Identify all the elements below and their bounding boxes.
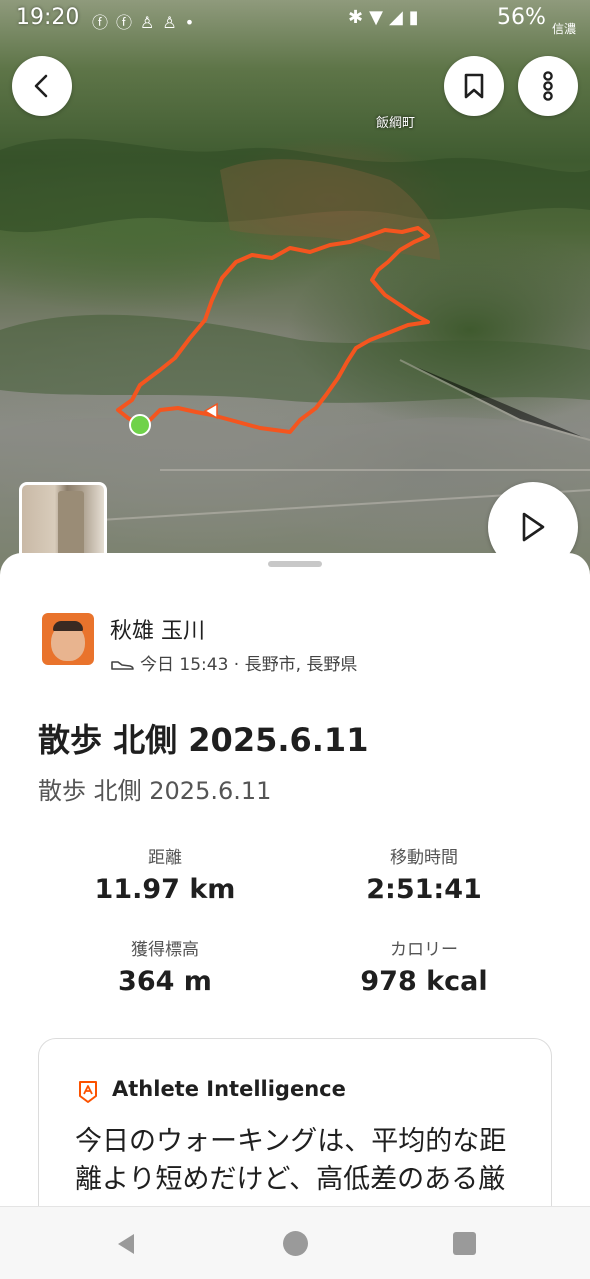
battery-icon: ▮ bbox=[408, 7, 425, 28]
battery-percent: 56% bbox=[497, 5, 546, 30]
bookmark-button[interactable] bbox=[444, 56, 504, 116]
recents-square-icon[interactable] bbox=[453, 1232, 476, 1255]
wifi-icon: ▼ bbox=[369, 7, 389, 28]
stat-moving-time: 移動時間 2:51:41 bbox=[304, 843, 544, 905]
stat-distance: 距離 11.97 km bbox=[45, 843, 285, 905]
stat-label: カロリー bbox=[390, 940, 458, 960]
athlete-name[interactable]: 秋雄 玉川 bbox=[110, 613, 205, 645]
home-circle-icon[interactable] bbox=[283, 1231, 308, 1256]
shoe-icon bbox=[111, 661, 134, 670]
chevron-left-icon bbox=[34, 74, 48, 98]
more-options-button[interactable] bbox=[518, 56, 578, 116]
notification-icons: ⓕⓕ♙♙• bbox=[92, 9, 202, 33]
activity-description: 散歩 北側 2025.6.11 bbox=[38, 777, 272, 805]
athlete-intelligence-icon bbox=[79, 1081, 97, 1103]
more-vertical-icon bbox=[543, 71, 553, 101]
stat-label: 移動時間 bbox=[390, 848, 458, 868]
stat-value: 11.97 km bbox=[94, 874, 236, 905]
athlete-intelligence-text: 今日のウォーキングは、平均的な距離より短めだけど、高低差のある厳 bbox=[75, 1126, 507, 1195]
stat-label: 獲得標高 bbox=[131, 940, 199, 960]
stat-value: 978 kcal bbox=[360, 966, 488, 997]
play-icon bbox=[522, 512, 545, 542]
activity-meta-text: 今日 15:43 · 長野市, 長野県 bbox=[140, 655, 358, 675]
stat-value: 364 m bbox=[118, 966, 212, 997]
stat-calories: カロリー 978 kcal bbox=[304, 935, 544, 997]
carrier-label: 信濃 bbox=[552, 22, 577, 36]
start-marker bbox=[129, 414, 151, 436]
stat-label: 距離 bbox=[148, 848, 182, 868]
signal-icon: ◢ bbox=[388, 7, 409, 28]
activity-meta: 今日 15:43 · 長野市, 長野県 bbox=[110, 650, 357, 675]
system-icons: ✱▼◢▮ bbox=[348, 7, 425, 28]
dot-icon: • bbox=[184, 13, 203, 32]
person-icon: ♙ bbox=[140, 13, 163, 32]
avatar[interactable] bbox=[42, 613, 94, 665]
status-time: 19:20 bbox=[16, 5, 80, 30]
sheet-drag-handle[interactable] bbox=[268, 561, 322, 567]
facebook-icon: ⓕ bbox=[116, 13, 141, 32]
back-button[interactable] bbox=[12, 56, 72, 116]
system-nav-bar bbox=[0, 1206, 590, 1279]
person-icon: ♙ bbox=[162, 13, 185, 32]
map-place-label: 飯綱町 bbox=[376, 116, 416, 131]
activity-title: 散歩 北側 2025.6.11 bbox=[38, 721, 369, 759]
activity-map[interactable]: 飯綱町 19:20 ⓕⓕ♙♙• ✱▼◢▮ 56% 信濃 bbox=[0, 0, 590, 575]
back-triangle-icon[interactable] bbox=[114, 1232, 138, 1256]
activity-detail-sheet: 秋雄 玉川 今日 15:43 · 長野市, 長野県 散歩 北側 2025.6.1… bbox=[0, 553, 590, 1279]
bluetooth-icon: ✱ bbox=[348, 7, 370, 28]
facebook-icon: ⓕ bbox=[92, 13, 117, 32]
stat-value: 2:51:41 bbox=[366, 874, 482, 905]
bookmark-icon bbox=[464, 73, 484, 99]
status-bar: 19:20 ⓕⓕ♙♙• ✱▼◢▮ 56% 信濃 bbox=[0, 0, 590, 36]
athlete-intelligence-title: Athlete Intelligence bbox=[112, 1077, 346, 1101]
avatar-hair bbox=[53, 621, 83, 631]
stat-elevation-gain: 獲得標高 364 m bbox=[45, 935, 285, 997]
